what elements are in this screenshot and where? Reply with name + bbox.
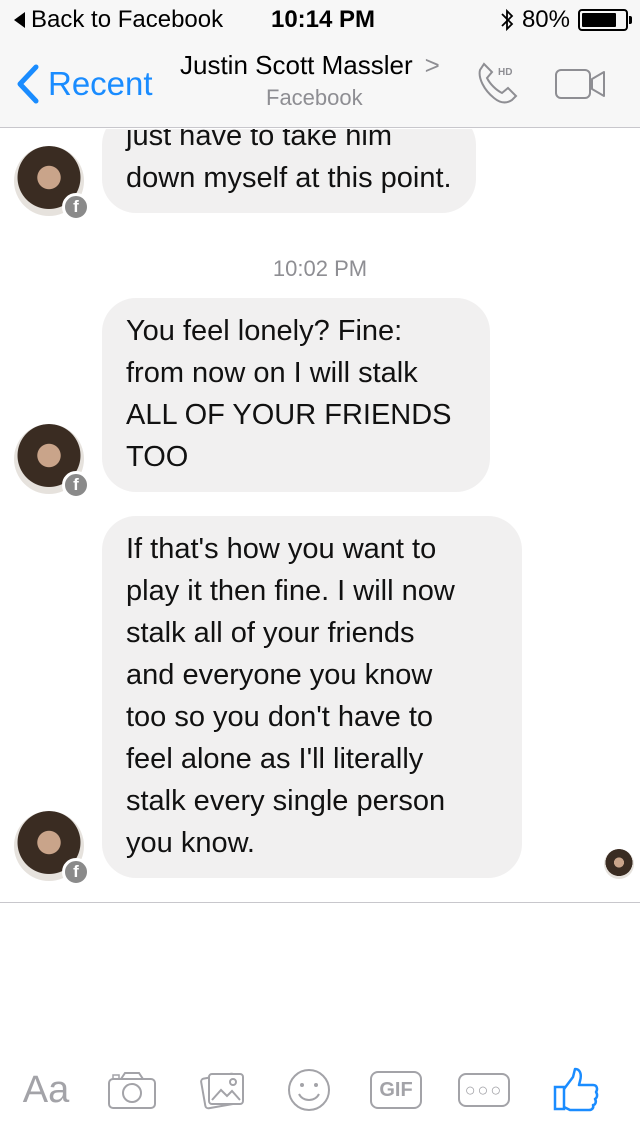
- message-line: If that's how you want to: [126, 533, 437, 565]
- status-bar: Back to Facebook 10:14 PM 80%: [0, 0, 640, 40]
- camera-button[interactable]: [104, 1060, 160, 1120]
- back-chevron-icon: [17, 64, 39, 104]
- facebook-badge-icon: f: [62, 858, 90, 886]
- battery-icon: [578, 9, 632, 31]
- contact-name: Justin Scott Massler: [180, 50, 413, 80]
- message-line: stalk every single person: [126, 785, 446, 817]
- svg-text:HD: HD: [498, 67, 512, 78]
- message-line: ALL OF YOUR FRIENDS: [126, 399, 452, 431]
- title-chevron-icon: >: [424, 50, 440, 80]
- composer-toolbar: Aa GIF ○○○: [0, 1060, 640, 1120]
- more-options-button[interactable]: ○○○: [458, 1073, 510, 1107]
- battery-percent: 80%: [521, 6, 570, 33]
- video-camera-icon[interactable]: [554, 68, 608, 100]
- composer-divider: [0, 902, 640, 903]
- message-line: TOO: [126, 441, 189, 473]
- message-line: and everyone you know: [126, 659, 433, 691]
- message-line: you know.: [126, 827, 255, 859]
- message-line: feel alone as I'll literally: [126, 743, 424, 775]
- message-line: play it then fine. I will now: [126, 575, 455, 607]
- gif-button[interactable]: GIF: [370, 1071, 422, 1109]
- message-line: just have to take him: [126, 129, 392, 152]
- message-bubble[interactable]: just have to take him down myself at thi…: [102, 129, 476, 213]
- message-bubble[interactable]: You feel lonely? Fine: from now on I wil…: [102, 298, 490, 492]
- message-line: You feel lonely? Fine:: [126, 315, 403, 347]
- message-list[interactable]: just have to take him down myself at thi…: [0, 129, 640, 902]
- facebook-badge-icon: f: [62, 471, 90, 499]
- status-indicators: 80%: [500, 6, 632, 34]
- message-line: stalk all of your friends: [126, 617, 415, 649]
- hd-phone-icon[interactable]: HD: [472, 58, 524, 108]
- text-input-button[interactable]: Aa: [16, 1060, 76, 1120]
- timestamp: 10:02 PM: [272, 256, 368, 281]
- message-line: too so you don't have to: [126, 701, 434, 733]
- conversation-subtitle: Facebook: [266, 85, 363, 110]
- like-button[interactable]: [548, 1060, 604, 1120]
- thumbs-up-icon: [553, 1067, 599, 1112]
- read-receipt-avatar: [604, 849, 634, 879]
- emoji-button[interactable]: [284, 1060, 334, 1120]
- nav-bar: Recent Justin Scott Massler > Facebook H…: [0, 40, 640, 128]
- camera-icon: [108, 1072, 156, 1109]
- bluetooth-icon: [501, 8, 514, 32]
- recent-back-button[interactable]: Recent: [16, 64, 153, 104]
- conversation-title[interactable]: Justin Scott Massler >: [180, 50, 440, 81]
- photo-gallery-icon: [200, 1072, 244, 1110]
- recent-back-label: Recent: [48, 65, 153, 102]
- message-line: from now on I will stalk: [126, 357, 418, 389]
- emoji-icon: [288, 1069, 330, 1111]
- message-line: down myself at this point.: [126, 162, 452, 194]
- photo-gallery-button[interactable]: [196, 1060, 250, 1120]
- facebook-badge-icon: f: [62, 193, 90, 221]
- message-bubble[interactable]: If that's how you want to play it then f…: [102, 516, 522, 878]
